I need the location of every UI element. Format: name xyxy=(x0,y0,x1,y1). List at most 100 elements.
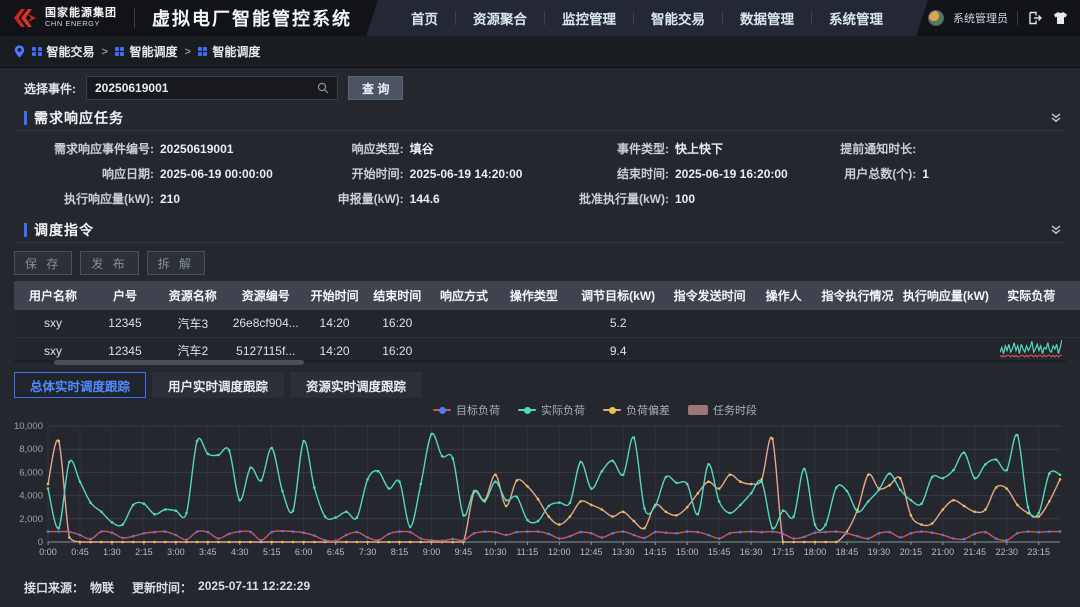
cell: 14:20 xyxy=(304,310,366,337)
field-value: 1 xyxy=(922,167,929,181)
x-axis-tick-label: 21:00 xyxy=(932,547,955,557)
event-select-label: 选择事件: xyxy=(24,80,76,97)
field-value: 填谷 xyxy=(410,140,434,157)
x-axis-tick-label: 11:15 xyxy=(516,547,538,557)
breadcrumb-separator: > xyxy=(184,46,190,58)
column-header-15: 执行 xyxy=(1070,281,1080,310)
nav-item-1[interactable]: 首页 xyxy=(394,8,455,28)
query-button[interactable]: 查 询 xyxy=(348,76,403,100)
scrollbar-thumb[interactable] xyxy=(54,360,304,365)
username: 系统管理员 xyxy=(953,10,1008,26)
cell: 16:20 xyxy=(365,337,429,358)
x-axis-tick-label: 3:00 xyxy=(167,547,185,557)
cell: 14:20 xyxy=(304,337,366,358)
cell xyxy=(992,337,1070,358)
legend-item[interactable]: 实际负荷 xyxy=(518,402,585,418)
series-line-目标负荷 xyxy=(48,531,1060,541)
x-axis-tick-label: 16:30 xyxy=(740,547,763,557)
source-value: 物联 xyxy=(90,579,114,596)
collapse-chevron-icon[interactable] xyxy=(1050,112,1062,124)
column-header-4: 资源编号 xyxy=(228,281,304,310)
cell xyxy=(429,310,499,337)
field-label: 开始时间: xyxy=(294,165,404,182)
nav-item-4[interactable]: 智能交易 xyxy=(634,8,722,28)
task-field-7: 结束时间: 2025-06-19 16:20:00 xyxy=(551,165,808,182)
task-field-1: 需求响应事件编号:20250619001 xyxy=(14,140,294,157)
breadcrumb-item-3[interactable]: 智能调度 xyxy=(198,43,261,60)
task-field-12 xyxy=(808,190,1060,207)
nav-item-3[interactable]: 监控管理 xyxy=(545,8,633,28)
avatar[interactable] xyxy=(928,10,944,26)
nav-item-2[interactable]: 资源聚合 xyxy=(456,8,544,28)
field-value: 210 xyxy=(160,192,180,206)
breadcrumb-item-1[interactable]: 智能交易 xyxy=(32,43,95,60)
legend-dot-icon xyxy=(609,407,616,414)
location-pin-icon xyxy=(14,45,25,58)
x-axis-tick-label: 13:30 xyxy=(612,547,635,557)
field-label: 用户总数(个): xyxy=(808,165,916,182)
tab-tracking-2[interactable]: 用户实时调度跟踪 xyxy=(152,372,284,398)
field-value: 2025-06-19 00:00:00 xyxy=(160,167,273,181)
event-select-value: 20250619001 xyxy=(95,81,168,95)
y-axis-tick-label: 6,000 xyxy=(19,467,43,478)
legend-label: 目标负荷 xyxy=(456,402,500,418)
column-header-5: 开始时间 xyxy=(304,281,366,310)
y-axis-tick-label: 8,000 xyxy=(19,444,43,455)
legend-label: 负荷偏差 xyxy=(626,402,670,418)
x-axis-tick-label: 12:00 xyxy=(548,547,571,557)
legend-item[interactable]: 负荷偏差 xyxy=(603,402,670,418)
task-field-5: 响应日期:2025-06-19 00:00:00 xyxy=(14,165,294,182)
x-axis-tick-label: 21:45 xyxy=(964,547,987,557)
tab-tracking-3[interactable]: 资源实时调度跟踪 xyxy=(290,372,422,398)
legend-item[interactable]: 目标负荷 xyxy=(433,402,500,418)
breadcrumb-item-2[interactable]: 智能调度 xyxy=(115,43,178,60)
search-icon xyxy=(317,82,329,94)
legend-dot-icon xyxy=(524,407,531,414)
nav-item-6[interactable]: 系统管理 xyxy=(812,8,900,28)
dispatch-table: 用户名称户号资源名称资源编号开始时间结束时间响应方式操作类型调节目标(kW)指令… xyxy=(14,281,1080,358)
task-field-2: 响应类型:填谷 xyxy=(294,140,551,157)
task-field-9: 执行响应量(kW):210 xyxy=(14,190,294,207)
disassemble-button[interactable]: 拆 解 xyxy=(147,251,205,275)
logout-icon[interactable] xyxy=(1027,10,1043,26)
tracking-chart: 02,0004,0006,0008,00010,0000:000:451:302… xyxy=(10,418,1070,568)
cell: 5127115f... xyxy=(228,337,304,358)
cell xyxy=(992,310,1070,337)
cell: 汽车3 xyxy=(158,310,228,337)
field-value: 2025-06-19 16:20:00 xyxy=(675,167,788,181)
divider xyxy=(1017,11,1018,25)
x-axis-tick-label: 20:15 xyxy=(900,547,923,557)
x-axis-tick-label: 6:45 xyxy=(327,547,345,557)
legend-line-icon xyxy=(603,409,621,411)
save-button[interactable]: 保 存 xyxy=(14,251,72,275)
cell xyxy=(1070,310,1080,337)
nav-item-5[interactable]: 数据管理 xyxy=(723,8,811,28)
table-row[interactable]: sxy12345汽车25127115f...14:2016:209.4 xyxy=(14,337,1080,358)
publish-button[interactable]: 发 布 xyxy=(80,251,138,275)
table-row[interactable]: sxy12345汽车326e8cf904...14:2016:205.2 xyxy=(14,310,1080,337)
column-header-7: 响应方式 xyxy=(429,281,499,310)
event-select-input[interactable]: 20250619001 xyxy=(86,76,338,100)
legend-line-icon xyxy=(518,409,536,411)
grid-icon xyxy=(115,47,125,57)
x-axis-tick-label: 18:00 xyxy=(804,547,827,557)
tab-tracking-1[interactable]: 总体实时调度跟踪 xyxy=(14,372,146,398)
cell: 26e8cf904... xyxy=(228,310,304,337)
cell: sxy xyxy=(14,337,92,358)
x-axis-tick-label: 5:15 xyxy=(263,547,281,557)
legend-line-icon xyxy=(433,409,451,411)
breadcrumb: 智能交易>智能调度>智能调度 xyxy=(0,36,1080,68)
series-line-实际负荷 xyxy=(48,433,1060,530)
field-value: 2025-06-19 14:20:00 xyxy=(410,167,523,181)
source-label: 接口来源： xyxy=(24,579,84,596)
column-header-9: 调节目标(kW) xyxy=(569,281,668,310)
task-field-10: 申报量(kW):144.6 xyxy=(294,190,551,207)
field-label: 结束时间: xyxy=(551,165,669,182)
legend-item[interactable]: 任务时段 xyxy=(688,402,757,418)
table-horizontal-scrollbar[interactable] xyxy=(14,360,1066,363)
collapse-chevron-icon[interactable] xyxy=(1050,224,1062,236)
dispatch-instruction-section: 调度指令 xyxy=(14,218,1066,243)
x-axis-tick-label: 3:45 xyxy=(199,547,217,557)
theme-skin-icon[interactable] xyxy=(1052,10,1068,26)
cell xyxy=(499,310,569,337)
